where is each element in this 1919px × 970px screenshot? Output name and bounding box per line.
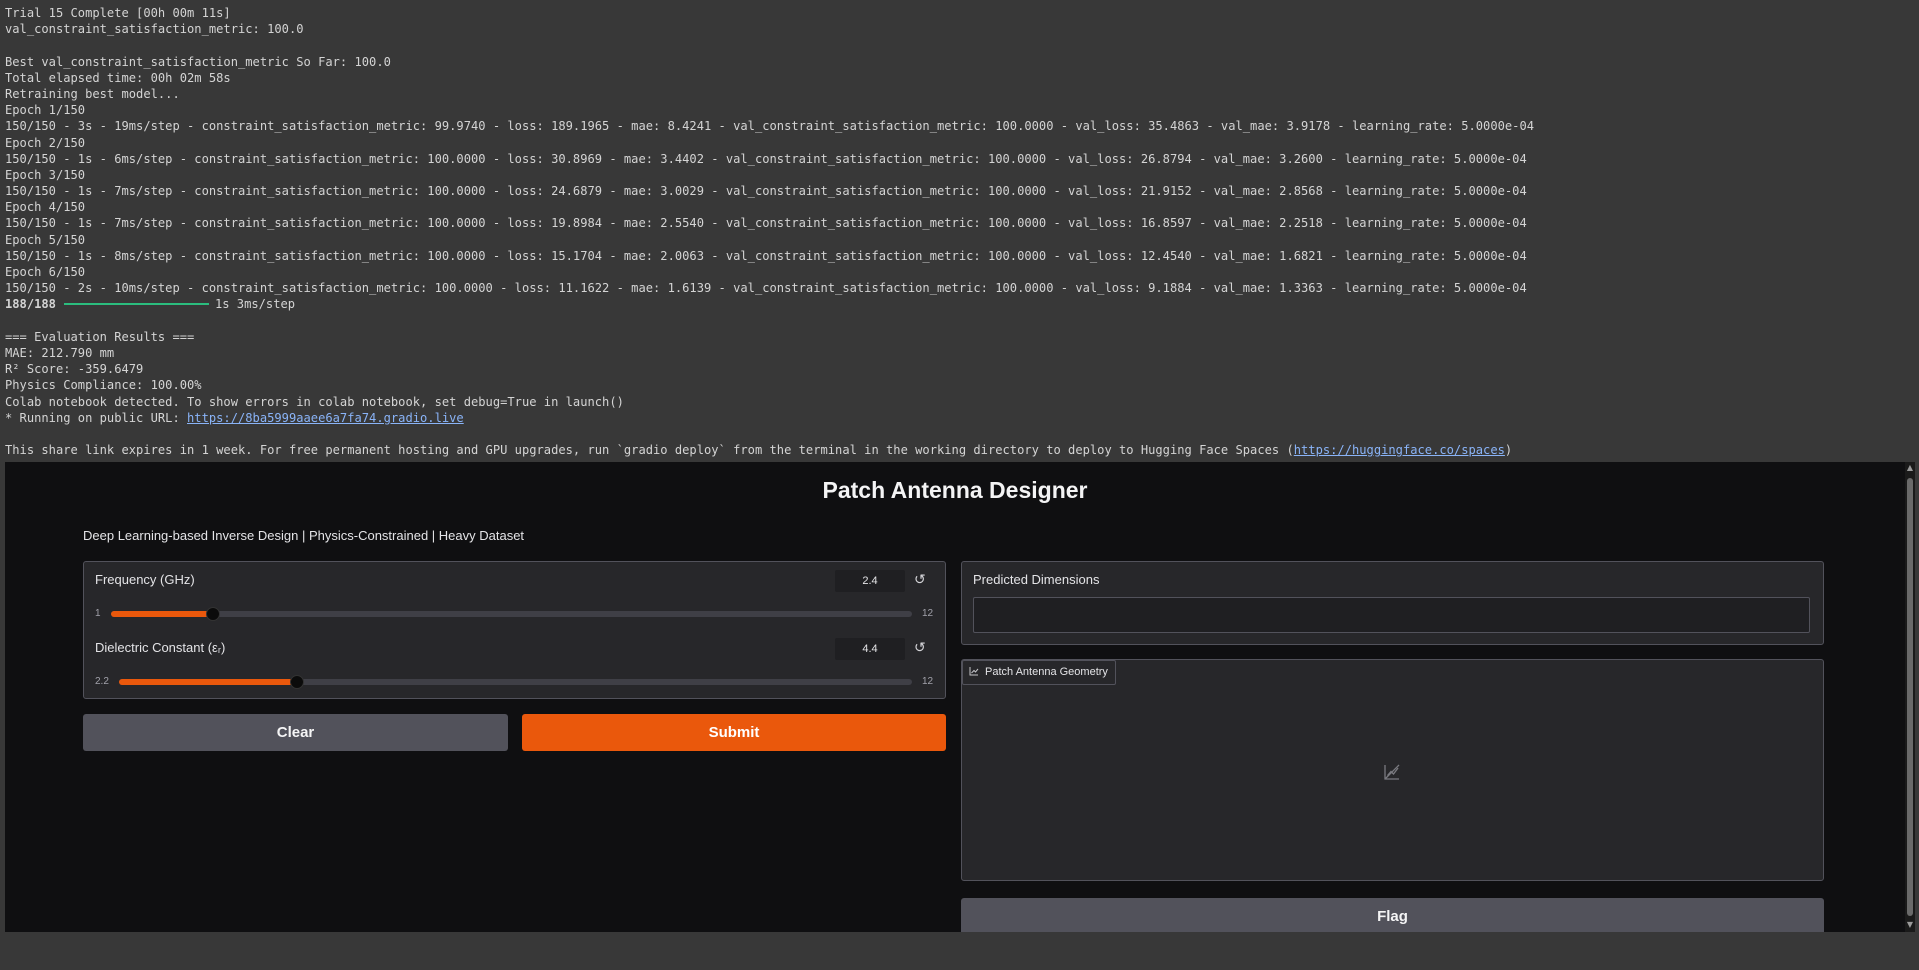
inputs-panel: Frequency (GHz) 2.4 ↺ 1 12 Dielectric Co… bbox=[83, 561, 946, 699]
running-url-line: * Running on public URL: https://8ba5999… bbox=[5, 410, 1919, 426]
console-line: Colab notebook detected. To show errors … bbox=[5, 394, 624, 409]
console-line: 150/150 - 1s - 6ms/step - constraint_sat… bbox=[5, 151, 1527, 166]
dielectric-max: 12 bbox=[922, 676, 934, 687]
running-prefix: * Running on public URL: bbox=[5, 410, 188, 425]
progress-line: 188/188 1s 3ms/step bbox=[5, 296, 1919, 312]
frequency-min: 1 bbox=[95, 608, 101, 619]
reset-icon[interactable]: ↺ bbox=[914, 640, 926, 656]
progress-rest: 1s 3ms/step bbox=[214, 297, 296, 312]
plot-label: Patch Antenna Geometry bbox=[962, 660, 1116, 685]
frequency-slider[interactable] bbox=[111, 607, 912, 621]
chart-icon bbox=[969, 667, 979, 676]
console-line: 150/150 - 1s - 7ms/step - constraint_sat… bbox=[5, 184, 1527, 199]
huggingface-spaces-link[interactable]: https://huggingface.co/spaces bbox=[1294, 443, 1505, 457]
flag-button[interactable]: Flag bbox=[961, 898, 1824, 932]
plot-panel: Patch Antenna Geometry bbox=[961, 659, 1824, 881]
public-url-link[interactable]: https://8ba5999aaee6a7fa74.gradio.live bbox=[187, 411, 464, 425]
share-line: This share link expires in 1 week. For f… bbox=[5, 442, 1919, 458]
plot-label-text: Patch Antenna Geometry bbox=[985, 666, 1108, 678]
dielectric-number-input[interactable]: 4.4 bbox=[835, 638, 905, 660]
chart-placeholder-icon bbox=[1384, 764, 1400, 780]
console-line: Epoch 3/150 bbox=[5, 167, 86, 182]
console-line: Total elapsed time: 00h 02m 58s bbox=[5, 70, 231, 85]
predicted-dimensions-label: Predicted Dimensions bbox=[973, 572, 1100, 587]
dielectric-min: 2.2 bbox=[95, 676, 109, 687]
dielectric-slider-handle[interactable] bbox=[290, 675, 305, 689]
console-line: Epoch 5/150 bbox=[5, 232, 86, 247]
share-suffix: ) bbox=[1504, 443, 1513, 458]
page-title: Patch Antenna Designer bbox=[822, 477, 1088, 503]
console-line: Epoch 4/150 bbox=[5, 200, 86, 215]
predicted-dimensions-panel: Predicted Dimensions bbox=[961, 561, 1824, 645]
console-line: Epoch 2/150 bbox=[5, 135, 86, 150]
console-line: 150/150 - 2s - 10ms/step - constraint_sa… bbox=[5, 281, 1527, 296]
frequency-slider-fill bbox=[111, 611, 213, 617]
dielectric-label: Dielectric Constant (εᵣ) bbox=[95, 640, 226, 655]
page-subtitle: Deep Learning-based Inverse Design | Phy… bbox=[83, 528, 525, 543]
console-line: 150/150 - 1s - 7ms/step - constraint_sat… bbox=[5, 216, 1527, 231]
scroll-up-icon[interactable]: ▲ bbox=[1905, 463, 1915, 473]
console-line: Best val_constraint_satisfaction_metric … bbox=[5, 54, 391, 69]
console-output: Trial 15 Complete [00h 00m 11s] val_const… bbox=[0, 0, 1919, 462]
submit-button[interactable]: Submit bbox=[522, 714, 946, 751]
console-line: R² Score: -359.6479 bbox=[5, 362, 144, 377]
progress-bar bbox=[63, 302, 209, 305]
reset-icon[interactable]: ↺ bbox=[914, 572, 926, 588]
console-line: MAE: 212.790 mm bbox=[5, 345, 115, 360]
frequency-max: 12 bbox=[922, 608, 934, 619]
frequency-slider-handle[interactable] bbox=[205, 607, 220, 621]
dielectric-slider-fill bbox=[119, 679, 298, 685]
scroll-down-icon[interactable]: ▼ bbox=[1905, 920, 1915, 930]
console-line: Trial 15 Complete [00h 00m 11s] bbox=[5, 6, 231, 20]
console-line: Retraining best model... bbox=[5, 86, 180, 101]
clear-button[interactable]: Clear bbox=[83, 714, 508, 751]
frequency-number-input[interactable]: 2.4 bbox=[835, 570, 905, 592]
share-prefix: This share link expires in 1 week. For f… bbox=[5, 443, 1294, 458]
scrollbar-thumb[interactable] bbox=[1907, 478, 1913, 916]
console-line: Physics Compliance: 100.00% bbox=[5, 378, 202, 393]
console-line: 150/150 - 3s - 19ms/step - constraint_sa… bbox=[5, 119, 1535, 134]
console-line: Epoch 6/150 bbox=[5, 265, 86, 279]
dielectric-slider[interactable] bbox=[119, 675, 912, 689]
predicted-dimensions-textbox[interactable] bbox=[973, 597, 1810, 633]
console-line: === Evaluation Results === bbox=[5, 329, 195, 344]
frequency-label: Frequency (GHz) bbox=[95, 572, 195, 587]
console-line: Epoch 1/150 bbox=[5, 103, 86, 118]
console-line: val_constraint_satisfaction_metric: 100.… bbox=[5, 22, 304, 37]
console-line: 150/150 - 1s - 8ms/step - constraint_sat… bbox=[5, 248, 1527, 263]
gradio-app: Patch Antenna Designer Deep Learning-bas… bbox=[5, 462, 1905, 932]
progress-count: 188/188 bbox=[5, 297, 56, 312]
